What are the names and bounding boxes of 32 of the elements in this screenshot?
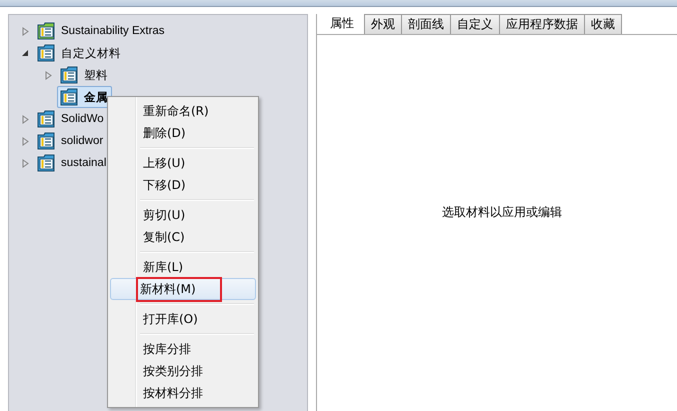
tab[interactable]: 应用程序数据 (499, 14, 585, 34)
tab[interactable]: 外观 (364, 14, 402, 34)
menu-item[interactable]: 按库分排 (110, 338, 256, 360)
tree-item[interactable]: sustainal (34, 152, 110, 174)
menu-item[interactable]: 新材料(M) (110, 278, 256, 300)
highlight-frame: 新材料(M) (136, 276, 222, 302)
tab[interactable]: 自定义 (450, 14, 500, 34)
tree-item[interactable]: SolidWo (34, 108, 108, 130)
tree-item[interactable]: solidwor (34, 130, 108, 152)
menu-item[interactable]: 打开库(O) (110, 308, 256, 330)
hint-text: 选取材料以应用或编辑 (442, 204, 562, 220)
menu-item[interactable]: 按类别分排 (110, 360, 256, 382)
expand-arrow-icon[interactable] (21, 158, 30, 168)
menu-item[interactable]: 复制(C) (110, 226, 256, 248)
tab[interactable]: 剖面线 (401, 14, 451, 34)
expand-arrow-icon[interactable] (21, 136, 30, 146)
menu-item[interactable]: 删除(D) (110, 122, 256, 144)
menu-item[interactable]: 重新命名(R) (110, 100, 256, 122)
tree-item[interactable]: 自定义材料 (34, 42, 125, 64)
expand-arrow-icon[interactable] (44, 70, 53, 80)
expand-arrow-icon[interactable] (21, 114, 30, 124)
collapse-arrow-icon[interactable] (21, 48, 30, 58)
menu-item[interactable]: 下移(D) (110, 174, 256, 196)
expand-arrow-icon[interactable] (21, 26, 30, 36)
tree-item[interactable]: 塑料 (57, 64, 112, 86)
tree-item[interactable]: Sustainability Extras (34, 20, 169, 42)
menu-item[interactable]: 新库(L) (110, 256, 256, 278)
tree-item[interactable]: 金属 (57, 86, 112, 108)
menu-item[interactable]: 剪切(U) (110, 204, 256, 226)
menu-item[interactable]: 按材料分排 (110, 382, 256, 404)
tab[interactable]: 收藏 (584, 14, 622, 34)
menu-item[interactable]: 上移(U) (110, 152, 256, 174)
